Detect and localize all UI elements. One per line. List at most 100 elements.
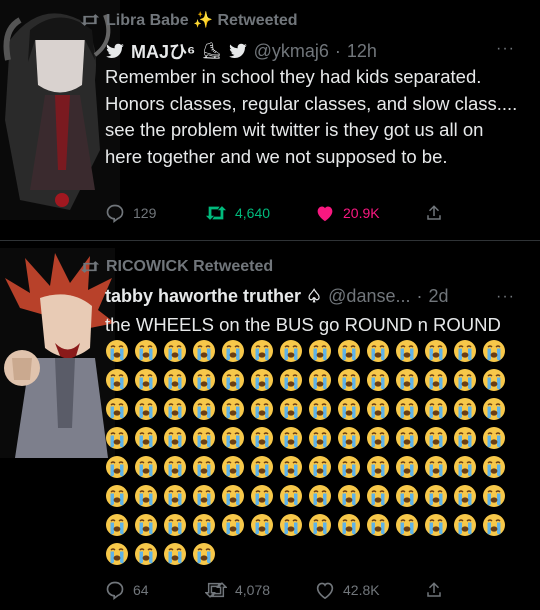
loudly-crying-emoji-icon (193, 484, 215, 507)
reply-button[interactable]: 64 (105, 580, 205, 600)
loudly-crying-emoji-icon (135, 397, 157, 420)
loudly-crying-emoji-icon (135, 542, 157, 565)
loudly-crying-emoji-icon (280, 339, 302, 362)
anime-avatar-icon (0, 0, 120, 220)
like-button[interactable]: 42.8K (315, 581, 425, 599)
bird-icon (106, 43, 124, 58)
tweet-1[interactable]: Libra Babe ✨ Retweeted MAJひ⁶ ⛸ @ykmaj6 ·… (0, 0, 540, 236)
loudly-crying-emoji-icon (164, 542, 186, 565)
loudly-crying-emoji-icon (135, 513, 157, 536)
loudly-crying-emoji-icon (367, 397, 389, 420)
divider (0, 240, 540, 241)
loudly-crying-emoji-icon (338, 455, 360, 478)
loudly-crying-emoji-icon (425, 484, 447, 507)
loudly-crying-emoji-icon (367, 455, 389, 478)
separator-dot: · (416, 286, 423, 306)
loudly-crying-emoji-icon (251, 484, 273, 507)
loudly-crying-emoji-icon (454, 426, 476, 449)
loudly-crying-emoji-icon (280, 484, 302, 507)
more-options-icon[interactable]: ··· (496, 288, 515, 306)
loudly-crying-emoji-icon (251, 339, 273, 362)
display-name[interactable]: tabby haworthe truther ♤ (105, 286, 322, 307)
timestamp[interactable]: 12h (347, 41, 377, 62)
loudly-crying-emoji-icon (193, 513, 215, 536)
loudly-crying-emoji-icon (338, 484, 360, 507)
loudly-crying-emoji-icon (164, 426, 186, 449)
loudly-crying-emoji-icon (251, 368, 273, 391)
loudly-crying-emoji-icon (164, 368, 186, 391)
loudly-crying-emoji-icon (193, 368, 215, 391)
loudly-crying-emoji-icon (309, 426, 331, 449)
loudly-crying-emoji-icon (454, 397, 476, 420)
loudly-crying-emoji-icon (367, 339, 389, 362)
avatar[interactable] (0, 0, 120, 220)
loudly-crying-emoji-icon (106, 455, 128, 478)
loudly-crying-emoji-icon (135, 368, 157, 391)
like-count: 20.9K (343, 205, 380, 221)
loudly-crying-emoji-icon (367, 513, 389, 536)
tweet-actions: 129 4,640 20.9K (105, 203, 445, 223)
loudly-crying-emoji-icon (338, 397, 360, 420)
loudly-crying-emoji-icon (454, 513, 476, 536)
share-icon (427, 205, 441, 220)
tweet-2[interactable]: RICOWICK Retweeted tabby haworthe truthe… (0, 248, 540, 610)
loudly-crying-emoji-icon (222, 397, 244, 420)
loudly-crying-emoji-icon (425, 368, 447, 391)
retweeted-by-label: Libra Babe ✨ Retweeted (106, 12, 298, 29)
reply-count: 64 (133, 582, 149, 598)
retweet-icon (205, 206, 227, 220)
loudly-crying-emoji-icon (367, 484, 389, 507)
loudly-crying-emoji-icon (483, 397, 505, 420)
tweet-text: the WHEELS on the BUS go ROUND n ROUND (105, 312, 525, 571)
loudly-crying-emoji-icon (396, 368, 418, 391)
loudly-crying-emoji-icon (309, 397, 331, 420)
retweet-indicator[interactable]: Libra Babe ✨ Retweeted (80, 10, 298, 30)
heart-outline-icon (316, 582, 334, 599)
loudly-crying-emoji-icon (193, 542, 215, 565)
retweet-indicator[interactable]: RICOWICK Retweeted (80, 258, 273, 276)
handle[interactable]: @ykmaj6 (254, 41, 329, 62)
loudly-crying-emoji-icon (164, 397, 186, 420)
separator-dot: · (334, 40, 341, 61)
loudly-crying-emoji-icon (396, 339, 418, 362)
loudly-crying-emoji-icon (483, 513, 505, 536)
skate-icon: ⛸ (201, 43, 222, 60)
loudly-crying-emoji-icon (454, 339, 476, 362)
retweet-icon (80, 261, 100, 273)
loudly-crying-emoji-icon (106, 513, 128, 536)
loudly-crying-emoji-icon (396, 397, 418, 420)
tweet-actions: 64 4,078 42.8K (105, 580, 445, 600)
loudly-crying-emoji-icon (425, 455, 447, 478)
timestamp[interactable]: 2d (428, 286, 448, 307)
loudly-crying-emoji-icon (222, 368, 244, 391)
loudly-crying-emoji-icon (309, 513, 331, 536)
emoji-sequence (105, 339, 525, 571)
loudly-crying-emoji-icon (367, 426, 389, 449)
loudly-crying-emoji-icon (280, 513, 302, 536)
avatar[interactable] (0, 248, 115, 458)
retweeted-by-label: RICOWICK Retweeted (106, 258, 274, 275)
loudly-crying-emoji-icon (367, 368, 389, 391)
retweet-button[interactable]: 4,640 (205, 204, 315, 222)
loudly-crying-emoji-icon (106, 397, 128, 420)
loudly-crying-emoji-icon (222, 426, 244, 449)
anime-avatar-icon (0, 248, 115, 458)
loudly-crying-emoji-icon (425, 339, 447, 362)
loudly-crying-emoji-icon (309, 368, 331, 391)
loudly-crying-emoji-icon (251, 426, 273, 449)
retweet-button[interactable]: 4,078 (205, 581, 315, 599)
like-button[interactable]: 20.9K (315, 204, 425, 222)
loudly-crying-emoji-icon (251, 397, 273, 420)
display-name[interactable]: MAJひ⁶ (131, 38, 195, 64)
loudly-crying-emoji-icon (338, 513, 360, 536)
handle[interactable]: @danse... (328, 286, 410, 307)
more-options-icon[interactable]: ··· (496, 40, 515, 58)
loudly-crying-emoji-icon (106, 339, 128, 362)
share-button[interactable] (425, 580, 443, 600)
loudly-crying-emoji-icon (483, 484, 505, 507)
tweet-text: Remember in school they had kids separat… (105, 66, 518, 167)
reply-button[interactable]: 129 (105, 203, 205, 223)
loudly-crying-emoji-icon (135, 455, 157, 478)
loudly-crying-emoji-icon (396, 455, 418, 478)
share-button[interactable] (425, 203, 443, 223)
